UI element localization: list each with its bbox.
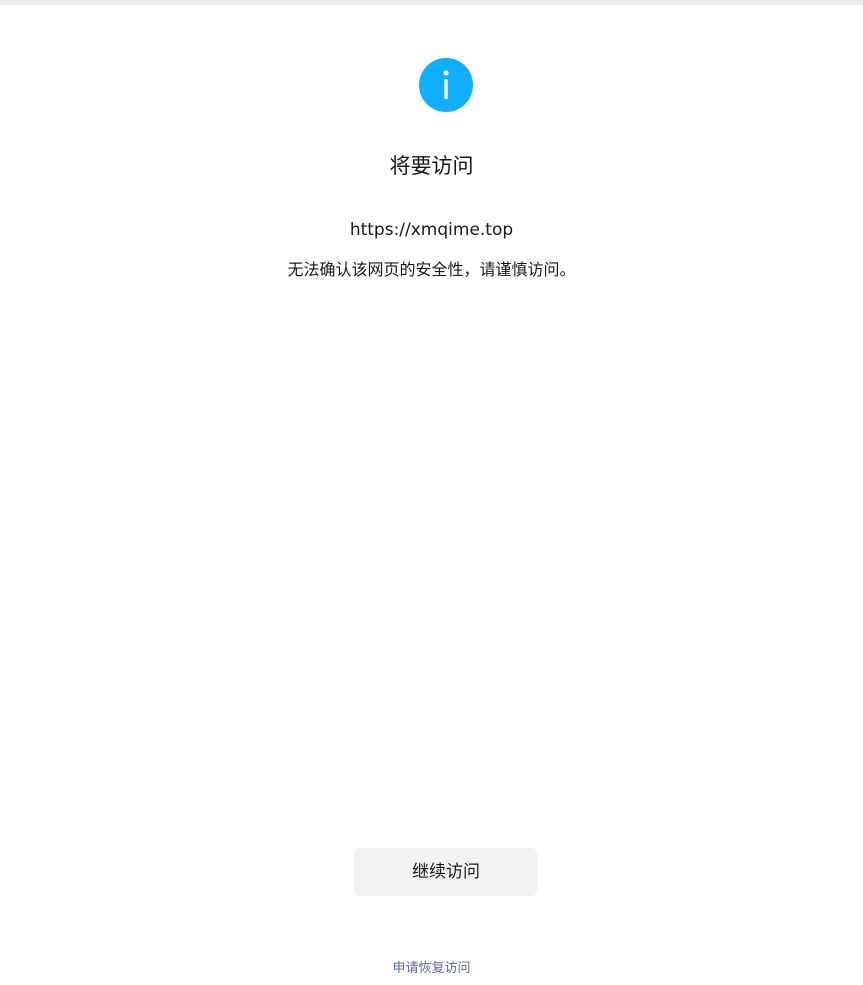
target-url: https://xmqime.top — [349, 220, 514, 240]
restore-access-link[interactable]: 申请恢复访问 — [0, 959, 863, 979]
continue-button[interactable]: 继续访问 — [354, 848, 538, 896]
top-bar — [0, 0, 863, 5]
security-warning: 无法确认该网页的安全性，请谨慎访问。 — [287, 260, 576, 279]
page-title: 将要访问 — [389, 154, 474, 178]
warning-page: 将要访问 https://xmqime.top 无法确认该网页的安全性，请谨慎访… — [0, 0, 863, 985]
info-icon — [419, 58, 473, 112]
